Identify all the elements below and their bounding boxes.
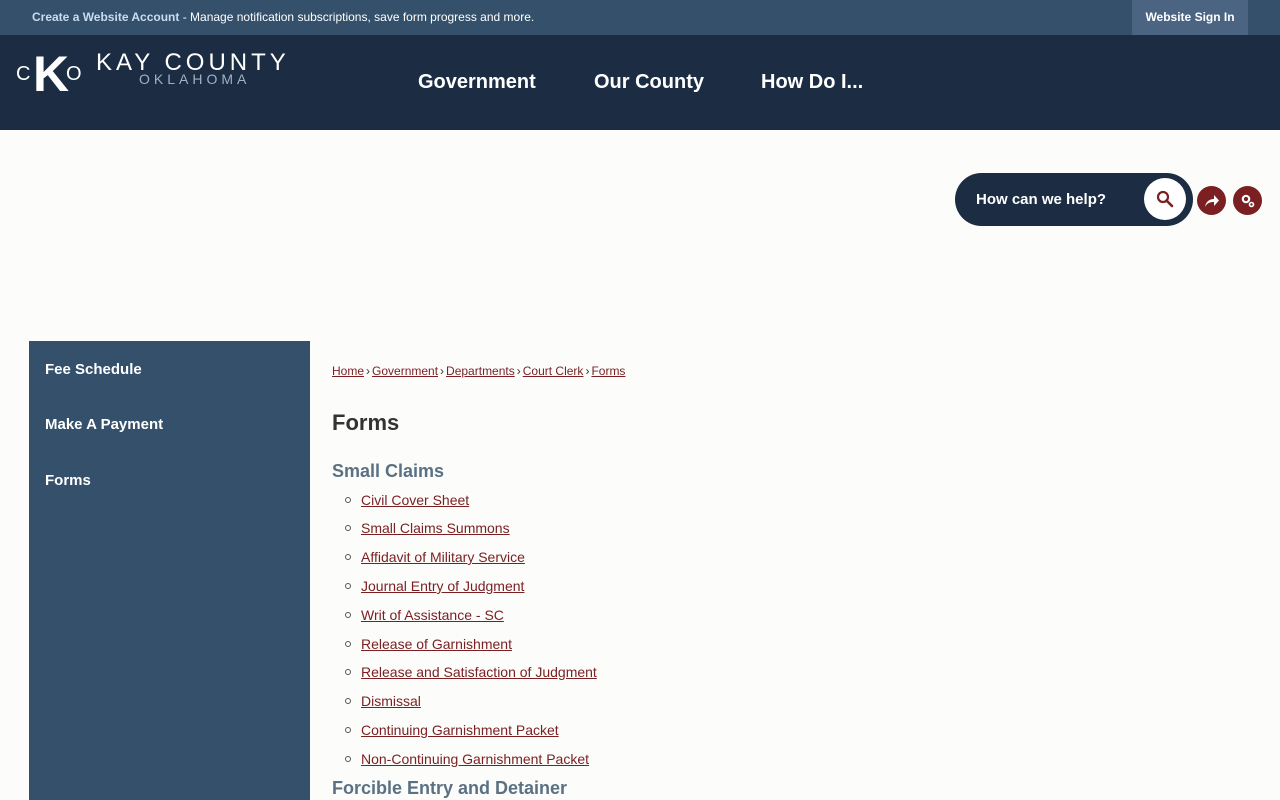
list-bullet [345, 554, 351, 560]
list-bullet [345, 497, 351, 503]
list-bullet [345, 669, 351, 675]
account-message-text: - Manage notification subscriptions, sav… [179, 10, 535, 24]
form-link[interactable]: Small Claims Summons [361, 520, 510, 536]
list-bullet [345, 641, 351, 647]
list-bullet [345, 612, 351, 618]
logo-state: OKLAHOMA [139, 71, 251, 87]
list-bullet [345, 756, 351, 762]
nav-government[interactable]: Government [418, 71, 536, 94]
breadcrumb-forms[interactable]: Forms [591, 364, 625, 378]
share-button[interactable] [1197, 186, 1226, 215]
site-header: C K O KAY COUNTY OKLAHOMA Government Our… [0, 35, 1280, 130]
list-bullet [345, 583, 351, 589]
breadcrumb-separator: › [516, 364, 521, 378]
section-heading-forcible-entry: Forcible Entry and Detainer [332, 778, 568, 798]
section-heading-small-claims: Small Claims [332, 461, 445, 481]
account-message: Create a Website Account - Manage notifi… [32, 10, 534, 24]
nav-our-county[interactable]: Our County [594, 71, 704, 94]
page-title: Forms [332, 410, 400, 435]
breadcrumb-separator: › [585, 364, 590, 378]
kay-county-logo[interactable]: C K O KAY COUNTY OKLAHOMA [16, 49, 296, 109]
search-button[interactable] [1144, 178, 1186, 220]
sidebar-item-forms[interactable]: Forms [45, 472, 91, 489]
tools-button[interactable] [1233, 186, 1262, 215]
sidebar-item-make-a-payment[interactable]: Make A Payment [45, 416, 163, 433]
search-icon [1156, 190, 1174, 208]
create-account-link[interactable]: Create a Website Account [32, 10, 179, 24]
share-icon [1204, 194, 1219, 207]
form-link[interactable]: Dismissal [361, 693, 421, 709]
logo-letter-o: O [66, 63, 82, 85]
breadcrumb-court-clerk[interactable]: Court Clerk [523, 364, 584, 378]
form-link[interactable]: Journal Entry of Judgment [361, 578, 524, 594]
form-link[interactable]: Writ of Assistance - SC [361, 607, 504, 623]
list-bullet [345, 525, 351, 531]
website-sign-in-button[interactable]: Website Sign In [1132, 0, 1248, 35]
list-bullet [345, 698, 351, 704]
gears-icon [1241, 194, 1254, 207]
form-link[interactable]: Release of Garnishment [361, 636, 512, 652]
form-link[interactable]: Continuing Garnishment Packet [361, 722, 559, 738]
breadcrumb-separator: › [440, 364, 445, 378]
nav-how-do-i[interactable]: How Do I... [761, 71, 863, 94]
logo-letter-k: K [33, 46, 70, 102]
top-notification-bar: Create a Website Account - Manage notifi… [0, 0, 1280, 35]
breadcrumb-separator: › [366, 364, 371, 378]
search-box[interactable]: How can we help? [955, 173, 1193, 226]
breadcrumb: Home › Government › Departments › Court Clerk ›… [332, 364, 625, 378]
breadcrumb-home[interactable]: Home [332, 364, 364, 378]
sidebar-nav: Fee Schedule Make A Payment Forms [29, 341, 310, 800]
form-link[interactable]: Affidavit of Military Service [361, 549, 525, 565]
search-input[interactable]: How can we help? [976, 191, 1106, 208]
breadcrumb-departments[interactable]: Departments [446, 364, 515, 378]
form-link[interactable]: Non-Continuing Garnishment Packet [361, 751, 589, 767]
form-link[interactable]: Civil Cover Sheet [361, 492, 469, 508]
form-link[interactable]: Release and Satisfaction of Judgment [361, 664, 597, 680]
breadcrumb-government[interactable]: Government [372, 364, 438, 378]
list-bullet [345, 727, 351, 733]
sidebar-item-fee-schedule[interactable]: Fee Schedule [45, 361, 142, 378]
logo-letter-c: C [16, 63, 31, 85]
